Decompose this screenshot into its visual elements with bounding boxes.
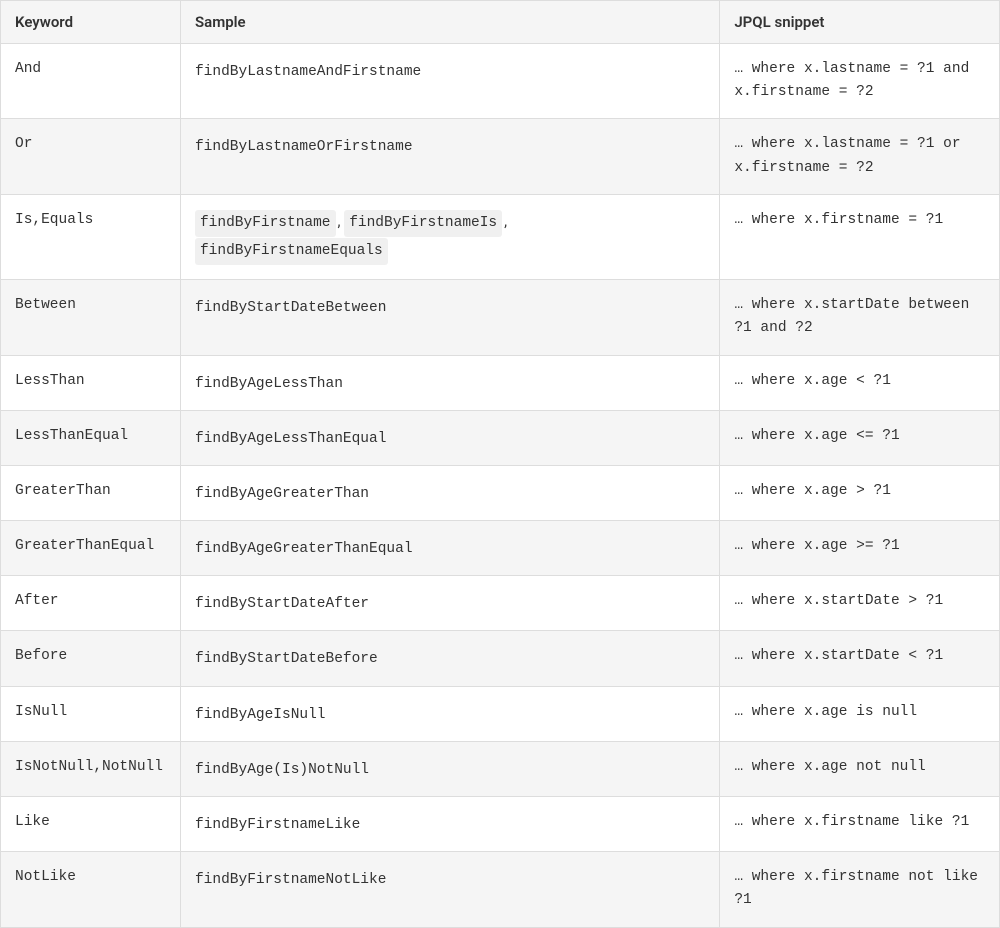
sample-cell: findByFirstnameNotLike [180,852,719,927]
sample-cell: findByFirstnameLike [180,797,719,852]
sample-code: findByFirstnameNotLike [195,872,386,888]
sample-code: findByLastnameAndFirstname [195,64,421,80]
jpql-cell: … where x.startDate < ?1 [720,631,1000,686]
table-row: GreaterThanEqual findByAgeGreaterThanEqua… [1,521,1000,576]
table-row: Or findByLastnameOrFirstname … where x.las… [1,119,1000,194]
keyword-cell: NotLike [1,852,181,927]
sample-cell: findByStartDateBefore [180,631,719,686]
jpql-cell: … where x.age < ?1 [720,355,1000,410]
jpql-cell: … where x.firstname = ?1 [720,194,1000,279]
header-jpql: JPQL snippet [720,1,1000,44]
sample-code: findByFirstname [195,210,336,237]
sample-code: findByFirstnameIs [344,210,502,237]
jpql-cell: … where x.age > ?1 [720,465,1000,520]
keyword-cell: IsNotNull,NotNull [1,741,181,796]
sample-code: findByAge(Is)NotNull [195,762,369,778]
keyword-cell: And [1,44,181,119]
sample-cell: findByStartDateAfter [180,576,719,631]
jpql-cell: … where x.lastname = ?1 or x.firstname =… [720,119,1000,194]
header-keyword: Keyword [1,1,181,44]
sample-code: findByAgeLessThanEqual [195,431,386,447]
jpql-cell: … where x.age >= ?1 [720,521,1000,576]
sample-code: findByStartDateBefore [195,651,378,667]
sample-cell: findByAgeGreaterThan [180,465,719,520]
keyword-cell: Before [1,631,181,686]
keyword-cell: GreaterThan [1,465,181,520]
keyword-cell: LessThanEqual [1,410,181,465]
jpql-cell: … where x.firstname like ?1 [720,797,1000,852]
header-sample: Sample [180,1,719,44]
table-row: IsNotNull,NotNull findByAge(Is)NotNull … w… [1,741,1000,796]
sample-code: findByFirstnameEquals [195,238,388,265]
table-header-row: Keyword Sample JPQL snippet [1,1,1000,44]
jpql-cell: … where x.startDate between ?1 and ?2 [720,280,1000,355]
table-row: IsNull findByAgeIsNull … where x.age is nu… [1,686,1000,741]
table-row: Before findByStartDateBefore … where x.sta… [1,631,1000,686]
sample-code: findByStartDateBetween [195,300,386,316]
table-row: And findByLastnameAndFirstname … where x.l… [1,44,1000,119]
table-row: LessThanEqual findByAgeLessThanEqual … whe… [1,410,1000,465]
sample-code: findByAgeGreaterThan [195,486,369,502]
sample-cell: findByAgeLessThanEqual [180,410,719,465]
sample-cell: findByLastnameAndFirstname [180,44,719,119]
sample-code: findByAgeGreaterThanEqual [195,541,413,557]
jpql-cell: … where x.lastname = ?1 and x.firstname … [720,44,1000,119]
keyword-cell: Between [1,280,181,355]
table-row: GreaterThan findByAgeGreaterThan … where x… [1,465,1000,520]
table-body: And findByLastnameAndFirstname … where x.l… [1,44,1000,928]
table-row: Between findByStartDateBetween … where x.s… [1,280,1000,355]
sample-cell: findByStartDateBetween [180,280,719,355]
sample-cell: findByAge(Is)NotNull [180,741,719,796]
jpql-cell: … where x.age <= ?1 [720,410,1000,465]
keyword-cell: GreaterThanEqual [1,521,181,576]
keyword-cell: LessThan [1,355,181,410]
sample-cell: findByLastnameOrFirstname [180,119,719,194]
keyword-cell: Like [1,797,181,852]
sample-code: findByFirstnameLike [195,817,360,833]
sample-code: findByAgeLessThan [195,376,343,392]
sample-cell: findByAgeIsNull [180,686,719,741]
jpql-cell: … where x.age is null [720,686,1000,741]
sample-code: findByLastnameOrFirstname [195,139,413,155]
jpql-cell: … where x.startDate > ?1 [720,576,1000,631]
jpql-cell: … where x.age not null [720,741,1000,796]
keyword-cell: Or [1,119,181,194]
sample-cell: findByFirstname, findByFirstnameIs, find… [180,194,719,279]
sample-code: findByAgeIsNull [195,707,326,723]
keyword-cell: Is,Equals [1,194,181,279]
keyword-cell: After [1,576,181,631]
table-row: Is,EqualsfindByFirstname, findByFirstnam… [1,194,1000,279]
table-row: After findByStartDateAfter … where x.start… [1,576,1000,631]
table-row: Like findByFirstnameLike … where x.firstna… [1,797,1000,852]
sample-code: findByStartDateAfter [195,596,369,612]
jpql-keywords-table: Keyword Sample JPQL snippet And findByLas… [0,0,1000,928]
table-row: LessThan findByAgeLessThan … where x.age <… [1,355,1000,410]
table-row: NotLike findByFirstnameNotLike … where x.f… [1,852,1000,927]
sample-cell: findByAgeLessThan [180,355,719,410]
jpql-cell: … where x.firstname not like ?1 [720,852,1000,927]
keyword-cell: IsNull [1,686,181,741]
sample-cell: findByAgeGreaterThanEqual [180,521,719,576]
